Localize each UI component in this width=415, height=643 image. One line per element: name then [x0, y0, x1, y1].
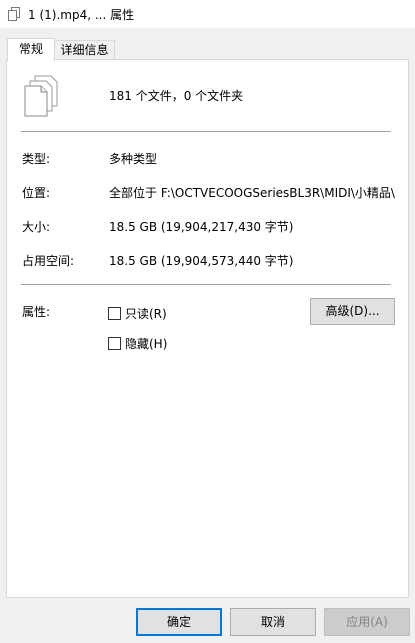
hidden-label: 隐藏(H) — [125, 337, 168, 351]
advanced-button[interactable]: 高级(D)... — [310, 298, 395, 325]
location-label: 位置: — [22, 186, 51, 200]
checkbox-box[interactable] — [108, 307, 121, 320]
tab-panel-general — [6, 59, 409, 598]
multiple-documents-icon — [24, 75, 58, 117]
ok-button[interactable]: 确定 — [136, 608, 222, 636]
divider-bottom — [21, 284, 391, 285]
tab-details[interactable]: 详细信息 — [55, 40, 115, 61]
tab-strip: 常规 详细信息 — [0, 28, 415, 61]
divider-top — [21, 131, 391, 132]
type-label: 类型: — [22, 152, 51, 166]
cancel-button[interactable]: 取消 — [230, 608, 316, 636]
size-value: 18.5 GB (19,904,217,430 字节) — [109, 220, 294, 234]
window-title: 1 (1).mp4, ... 属性 — [28, 8, 135, 22]
readonly-label: 只读(R) — [125, 307, 167, 321]
readonly-checkbox[interactable]: 只读(R) — [108, 305, 167, 321]
checkbox-box[interactable] — [108, 337, 121, 350]
size-on-disk-label: 占用空间: — [22, 254, 75, 268]
tab-general[interactable]: 常规 — [7, 38, 55, 61]
apply-button[interactable]: 应用(A) — [324, 608, 410, 636]
location-value: 全部位于 F:\OCTVECOOGSeriesBL3R\MIDI\小精品\ — [109, 186, 395, 200]
attributes-label: 属性: — [22, 305, 51, 319]
hidden-checkbox[interactable]: 隐藏(H) — [108, 335, 167, 351]
size-on-disk-value: 18.5 GB (19,904,573,440 字节) — [109, 254, 294, 268]
selection-summary: 181 个文件，0 个文件夹 — [109, 89, 244, 103]
size-label: 大小: — [22, 220, 51, 234]
type-value: 多种类型 — [109, 152, 158, 166]
title-bar: 1 (1).mp4, ... 属性 — [0, 0, 415, 28]
multiple-files-icon — [8, 7, 20, 21]
